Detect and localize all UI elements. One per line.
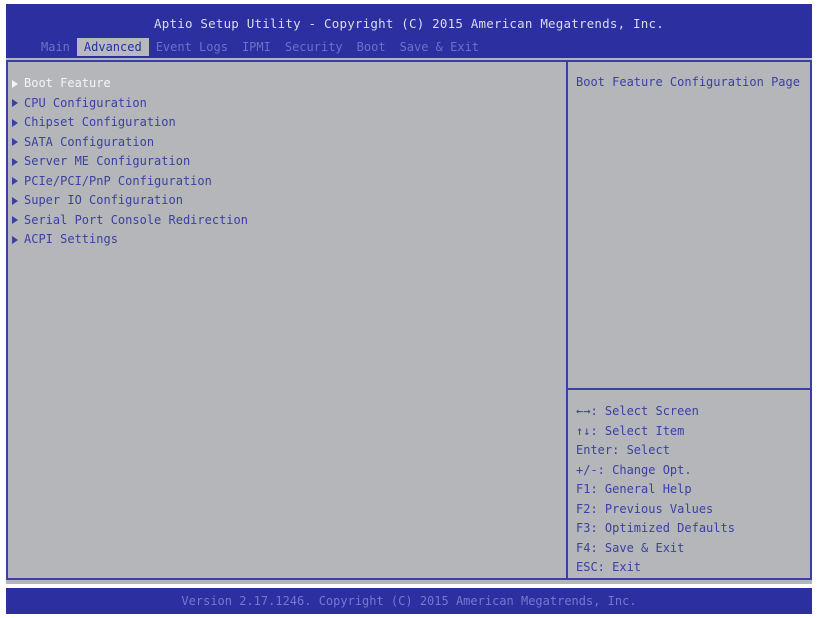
app-title: Aptio Setup Utility - Copyright (C) 2015… [154,16,664,31]
menu-item-label: ACPI Settings [24,232,118,246]
menu-pane: Boot Feature CPU Configuration Chipset C… [6,60,568,580]
submenu-arrow-icon [12,196,18,205]
menu-item-serial-port-console-redirection[interactable]: Serial Port Console Redirection [12,211,248,231]
key-hint-select-screen: ←→: Select Screen [576,404,699,418]
menu-item-boot-feature[interactable]: Boot Feature [12,74,248,94]
submenu-arrow-icon [12,99,18,108]
submenu-arrow-icon [12,235,18,244]
menu-item-label: Server ME Configuration [24,154,191,168]
key-hint-change-opt: +/-: Change Opt. [576,462,692,477]
submenu-arrow-icon [12,79,18,88]
submenu-arrow-icon [12,216,18,225]
help-pane: Boot Feature Configuration Page ←→: Sele… [568,60,812,580]
key-legend: ←→: Select Screen ↑↓: Select Item Enter:… [576,402,735,578]
version-text: Version 2.17.1246. Copyright (C) 2015 Am… [181,594,637,608]
tab-event-logs[interactable]: Event Logs [149,38,235,56]
tab-advanced[interactable]: Advanced [76,38,149,56]
menu-item-sata-configuration[interactable]: SATA Configuration [12,133,248,153]
key-hint-f1: F1: General Help [576,482,692,496]
submenu-arrow-icon [12,177,18,186]
key-hint-f4: F4: Save & Exit [576,540,685,555]
submenu-arrow-icon [12,118,18,127]
key-hint-f3: F3: Optimized Defaults [576,521,735,535]
menu-item-pcie-configuration[interactable]: PCIe/PCI/PnP Configuration [12,172,248,192]
tab-save-exit[interactable]: Save & Exit [393,38,486,56]
key-hint-enter: Enter: Select [576,443,670,457]
help-description: Boot Feature Configuration Page [576,75,800,89]
tab-ipmi[interactable]: IPMI [235,38,278,56]
content-panel: Boot Feature CPU Configuration Chipset C… [6,58,812,584]
menu-item-label: Boot Feature [24,76,111,90]
tab-boot[interactable]: Boot [350,38,393,56]
menu-item-server-me-configuration[interactable]: Server ME Configuration [12,152,248,172]
header-bar: Aptio Setup Utility - Copyright (C) 2015… [6,4,812,58]
help-divider [568,388,810,390]
key-hint-esc: ESC: Exit [576,560,642,574]
tab-main[interactable]: Main [34,38,77,56]
menu-item-chipset-configuration[interactable]: Chipset Configuration [12,113,248,133]
footer-bar: Version 2.17.1246. Copyright (C) 2015 Am… [6,588,812,614]
menu-item-label: Super IO Configuration [24,193,183,207]
submenu-arrow-icon [12,157,18,166]
submenu-arrow-icon [12,138,18,147]
tab-security[interactable]: Security [278,38,350,56]
menu-item-label: Chipset Configuration [24,115,176,129]
menu-item-acpi-settings[interactable]: ACPI Settings [12,230,248,250]
menu-item-label: Serial Port Console Redirection [24,212,248,227]
menu-item-cpu-configuration[interactable]: CPU Configuration [12,94,248,114]
menu-item-label: CPU Configuration [24,95,147,110]
key-hint-select-item: ↑↓: Select Item [576,423,685,438]
menu-list: Boot Feature CPU Configuration Chipset C… [12,74,248,250]
tab-bar: Main Advanced Event Logs IPMI Security B… [34,38,486,56]
menu-item-label: SATA Configuration [24,134,155,149]
menu-item-super-io-configuration[interactable]: Super IO Configuration [12,191,248,211]
menu-item-label: PCIe/PCI/PnP Configuration [24,173,212,188]
bios-screen: Aptio Setup Utility - Copyright (C) 2015… [0,0,817,618]
key-hint-f2: F2: Previous Values [576,501,714,516]
